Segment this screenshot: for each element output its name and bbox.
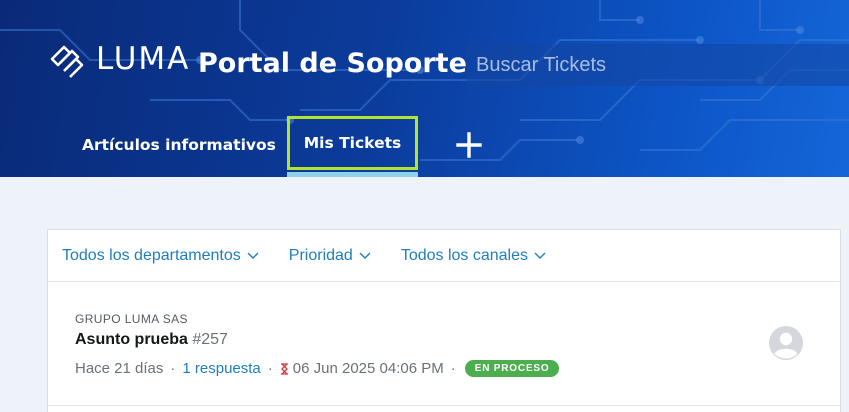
filter-departamentos[interactable]: Todos los departamentos [62,247,259,265]
ticket-row[interactable]: GRUPO LUMA SAS Asunto prueba #257 Hace 2… [48,282,840,406]
luma-logo-icon [50,45,84,78]
hourglass-icon [280,362,288,375]
ticket-number: #257 [192,331,228,348]
separator-dot: · [267,360,273,377]
tab-mis-tickets[interactable]: Mis Tickets [287,116,418,170]
avatar [769,326,803,360]
chevron-down-icon [359,252,371,259]
filter-bar: Todos los departamentos Prioridad Todos … [48,230,840,282]
filter-canales[interactable]: Todos los canales [401,247,546,265]
search-tickets-input[interactable] [466,44,849,86]
tab-mis-tickets-label: Mis Tickets [303,134,402,152]
tab-articulos-informativos[interactable]: Artículos informativos [82,136,276,154]
separator-dot: · [450,360,456,377]
ticket-subject-title: Asunto prueba [75,331,188,348]
ticket-due-date: 06 Jun 2025 04:06 PM [292,360,444,377]
filter-canales-label: Todos los canales [400,246,528,264]
plus-icon[interactable] [456,132,482,158]
active-tab-indicator [287,172,418,177]
ticket-meta: Hace 21 días · 1 respuesta · 06 Jun 2025… [75,360,560,377]
status-badge: EN PROCESO [464,360,560,377]
header-banner: LUMA Portal de Soporte Artículos informa… [0,0,849,177]
ticket-age: Hace 21 días [75,360,164,377]
logo-text: LUMA [96,41,191,77]
luma-logo[interactable]: LUMA [48,40,190,78]
filter-prioridad[interactable]: Prioridad [289,247,371,265]
ticket-company: GRUPO LUMA SAS [75,312,188,326]
ticket-replies-link[interactable]: 1 respuesta [182,360,260,377]
filter-prioridad-label: Prioridad [288,246,353,264]
tickets-card: Todos los departamentos Prioridad Todos … [47,229,841,412]
separator-dot: · [170,360,176,377]
chevron-down-icon [534,252,546,259]
ticket-subject[interactable]: Asunto prueba #257 [75,331,228,349]
portal-title: Portal de Soporte [198,48,467,79]
chevron-down-icon [247,252,259,259]
filter-departamentos-label: Todos los departamentos [62,246,241,264]
